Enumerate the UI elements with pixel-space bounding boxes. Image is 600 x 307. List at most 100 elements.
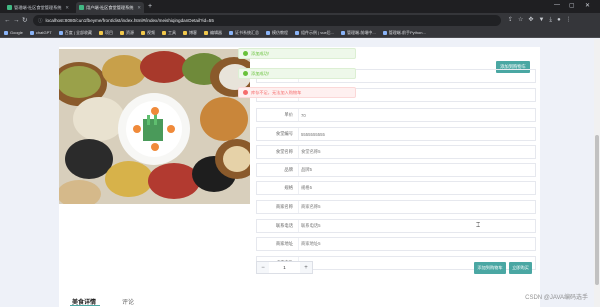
folder-icon [182,30,187,35]
watermark: CSDN @JAVA编码选手 [525,295,588,301]
close-icon[interactable]: ✕ [65,5,69,11]
detail-field-row: 食堂名称 食堂名称5 [256,145,536,159]
toast-error: 库存不足，无法加入购物车 [238,87,356,98]
browser-toolbar: ← → ↻ ⓘ localhost:8080/cun1fbeyme/front/… [0,13,600,28]
bookmark-item[interactable]: 百度 | 全部收藏 [58,29,92,36]
detail-field-row: 商家地址 商家地址5 [256,237,536,251]
error-icon [243,90,248,95]
field-label: 规格 [284,185,293,190]
field-label: 商家地址 [275,241,293,246]
vue-devtools-icon[interactable]: ▼ [538,16,544,25]
detail-field-row: 规格 规格5 [256,181,536,195]
forward-icon[interactable]: → [13,16,20,25]
bookmark-item[interactable]: 编辑器 [203,30,222,36]
bookmark-item[interactable]: 项目 [98,29,113,36]
bookmark-label: 组件示例 | vue后... [300,29,335,35]
detail-field-row: 商家名称 商家名称5 [256,200,536,214]
bookmark-item[interactable]: 组件示例 | vue后... [294,29,335,36]
folder-icon [98,30,103,35]
field-value: 食堂名称5 [298,146,321,158]
tab-comments[interactable]: 评论 [122,297,134,306]
back-icon[interactable]: ← [4,16,11,25]
bookmark-label: 百度 | 全部收藏 [64,29,92,35]
downloads-icon[interactable]: ⤓ [549,16,552,25]
bookmark-item[interactable]: chatGPT [29,30,52,35]
bookmark-item[interactable]: 工具 [161,30,176,36]
bookmark-label: 管理端-前端中... [347,29,376,35]
buy-now-button[interactable]: 立即购买 [509,262,532,274]
food-image [59,49,250,204]
bookmark-item[interactable]: 博客 [182,29,197,36]
field-label: 单价 [284,112,293,117]
scrollbar-thumb[interactable] [595,135,599,285]
bookmark-icon [382,30,387,35]
menu-icon[interactable]: ⋮ [566,16,572,25]
field-value: 商家名称5 [298,201,321,213]
success-icon [243,71,248,76]
address-bar[interactable]: ⓘ localhost:8080/cun1fbeyme/front/dist/i… [33,15,501,26]
extension-icon[interactable]: ✥ [528,16,533,25]
close-icon[interactable]: ✕ [137,5,141,11]
minimize-icon[interactable]: — [554,2,560,8]
bookmark-label: 资源 [125,29,134,35]
field-label: 联系电话 [275,223,293,228]
bookmark-icon [58,30,63,35]
field-value: 5555555555 [298,128,325,140]
active-tab-indicator [70,305,100,306]
bookmark-label: 管理端-前手Python... [388,29,426,35]
field-value: 规格5 [298,182,312,194]
folder-icon [119,30,124,35]
browser-tab-user[interactable]: 用户端-社区食堂管理系统 ✕ [76,2,144,13]
page-scrollbar[interactable] [594,39,600,307]
detail-field-row: 食堂编号 5555555555 [256,127,536,141]
decrement-button[interactable]: − [257,262,269,273]
field-label: 品牌 [284,167,293,172]
maximize-icon[interactable]: ▢ [569,2,575,9]
bookmark-label: 模仿教程 [271,29,288,35]
vue-logo-icon [7,5,12,10]
share-icon[interactable]: ⇪ [508,16,513,25]
bookmark-item[interactable]: 视频 [140,29,155,36]
toast-success: 添加成功！ [238,48,356,59]
browser-tab-admin[interactable]: 管理端-社区食堂管理系统 ✕ [4,2,72,13]
quantity-value[interactable]: 1 [269,265,300,270]
folder-icon [161,30,166,35]
detail-field-row: 单价 70 [256,108,536,122]
folder-icon [140,30,145,35]
folder-icon [203,30,208,35]
bookmark-icon [294,30,299,35]
field-label: 食堂名称 [275,149,293,154]
star-icon[interactable]: ☆ [518,16,523,25]
quantity-stepper[interactable]: − 1 + [256,261,313,274]
profile-icon[interactable]: ● [557,16,561,25]
window-close-icon[interactable]: ✕ [585,2,590,9]
detail-field-row: 品牌 品牌5 [256,163,536,177]
bookmark-label: 博客 [188,29,197,35]
toast-success: 添加成功！ [238,68,356,79]
vue-logo-icon [79,5,84,10]
page-viewport: 添加到购物车 数量5单价70食堂编号5555555555食堂名称食堂名称5品牌品… [0,39,600,307]
bookmark-item[interactable]: Google [4,30,23,35]
bookmark-item[interactable]: 证书系统汇总 [228,30,259,36]
bookmark-label: chatGPT [35,30,52,35]
add-to-cart-button[interactable]: 添加到购物车 [474,262,506,274]
bookmark-icon [228,30,233,35]
bookmark-icon [341,30,346,35]
bookmark-item[interactable]: 管理端-前端中... [341,30,376,36]
bookmark-item[interactable]: 模仿教程 [265,29,288,36]
browser-tab-strip: 管理端-社区食堂管理系统 ✕ 用户端-社区食堂管理系统 ✕ + — ▢ ✕ [0,0,600,13]
field-value: 70 [298,109,306,121]
bookmark-label: 项目 [104,29,113,35]
bookmark-icon [4,30,8,35]
bookmark-label: Google [10,30,23,35]
new-tab-icon[interactable]: + [148,2,152,11]
increment-button[interactable]: + [300,262,312,273]
bookmark-item[interactable]: 资源 [119,29,134,36]
detail-field-row: 联系电话 联系电话5 [256,219,536,233]
success-icon [243,51,248,56]
field-label: 食堂编号 [275,131,293,136]
bookmark-label: 视频 [146,29,155,35]
info-icon[interactable]: ⓘ [38,18,43,24]
bookmark-item[interactable]: 管理端-前手Python... [382,29,426,36]
reload-icon[interactable]: ↻ [22,16,27,25]
